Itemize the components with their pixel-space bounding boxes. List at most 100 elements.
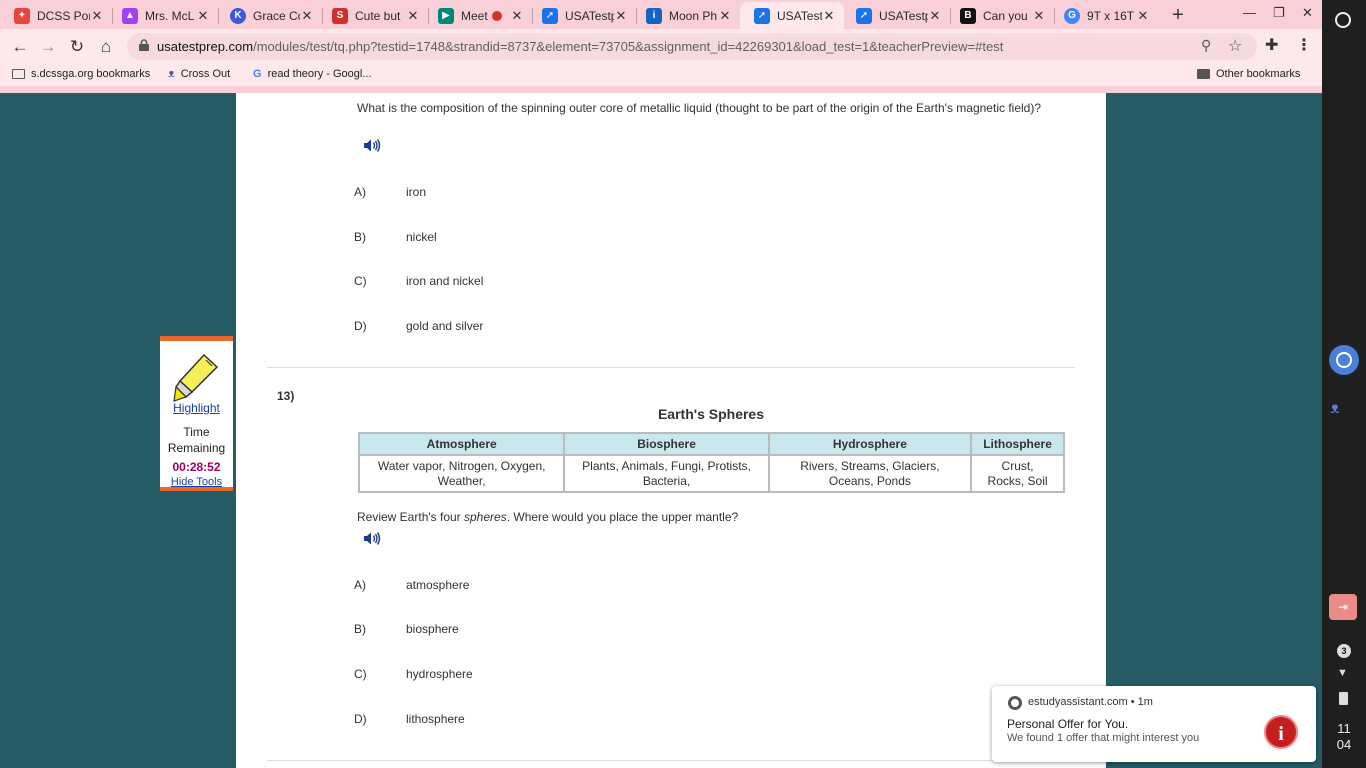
choice-text: gold and silver — [406, 319, 484, 333]
other-bookmarks[interactable]: Other bookmarks — [1197, 68, 1300, 80]
highlight-link[interactable]: Highlight — [160, 401, 233, 415]
tab-usatestprep-active[interactable]: ➚ USATestp ✕ — [740, 2, 844, 29]
forward-icon[interactable]: → — [38, 37, 58, 57]
tab-grace[interactable]: K Grace Co ✕ — [216, 2, 322, 29]
close-icon[interactable]: ✕ — [1032, 8, 1046, 24]
q13-choice-d[interactable]: D) lithosphere — [354, 712, 465, 726]
header-hydrosphere: Hydrosphere — [767, 432, 973, 456]
chrome-icon — [1008, 696, 1022, 710]
q12-choice-a[interactable]: A) iron — [354, 185, 426, 199]
bookmark-read-theory[interactable]: G read theory - Googl... — [253, 68, 372, 80]
system-clock[interactable]: 11 04 — [1324, 721, 1364, 753]
dcss-icon: ✦ — [14, 7, 30, 24]
menu-kebab-icon[interactable]: ⋮ — [1296, 35, 1312, 55]
choice-letter: A) — [354, 185, 366, 199]
close-icon[interactable]: ✕ — [822, 8, 836, 24]
bookmark-cross-out[interactable]: ᴥ Cross Out — [168, 68, 230, 80]
back-icon[interactable]: ← — [10, 37, 30, 57]
q12-choice-c[interactable]: C) iron and nickel — [354, 274, 483, 288]
tab-google[interactable]: G 9T x 16T ✕ — [1050, 2, 1158, 29]
reload-icon[interactable]: ↻ — [67, 37, 87, 57]
speaker-icon[interactable] — [363, 531, 381, 546]
hide-tools-link[interactable]: Hide Tools — [160, 476, 233, 488]
google-icon: G — [253, 68, 262, 80]
tab-can-you[interactable]: B Can you ✕ — [946, 2, 1054, 29]
q13-text-part: Review Earth's four — [357, 510, 464, 524]
notification-count-badge[interactable]: 3 — [1337, 644, 1351, 658]
bookmark-label: Other bookmarks — [1216, 68, 1301, 80]
new-tab-button[interactable]: + — [1168, 4, 1188, 27]
close-icon[interactable]: ✕ — [928, 8, 942, 24]
close-icon[interactable]: ✕ — [510, 8, 524, 24]
launcher-icon[interactable] — [1335, 12, 1351, 28]
folder-icon — [1197, 69, 1210, 79]
restore-icon[interactable]: ❐ — [1273, 5, 1285, 21]
q12-choice-d[interactable]: D) gold and silver — [354, 319, 483, 333]
choice-letter: B) — [354, 230, 366, 244]
tab-mrs-mcl[interactable]: ▲ Mrs. McL ✕ — [108, 2, 218, 29]
q13-text-italic: spheres — [464, 510, 507, 524]
google-icon: G — [1064, 7, 1080, 24]
brainly-icon: B — [960, 7, 976, 24]
notification-age: • 1m — [1130, 696, 1153, 708]
choice-text: nickel — [406, 230, 437, 244]
cursor-icon: ➚ — [856, 7, 872, 24]
speaker-icon[interactable] — [363, 138, 381, 153]
extensions-icon[interactable]: ✚ — [1265, 35, 1278, 55]
bookmark-star-icon[interactable]: ☆ — [1228, 36, 1242, 56]
q13-choice-a[interactable]: A) atmosphere — [354, 578, 469, 592]
close-icon[interactable]: ✕ — [196, 8, 210, 24]
tab-title: USATestp — [879, 8, 928, 23]
tab-usatestprep-3[interactable]: ➚ USATestp ✕ — [842, 2, 950, 29]
q13-choice-b[interactable]: B) biosphere — [354, 622, 459, 636]
close-icon[interactable]: ✕ — [300, 8, 314, 24]
question-divider — [267, 760, 1075, 761]
folder-icon — [12, 69, 25, 79]
tab-title: USATestp — [777, 8, 822, 23]
battery-icon[interactable] — [1339, 692, 1348, 705]
minimize-icon[interactable]: — — [1243, 5, 1256, 20]
tab-moon[interactable]: i Moon Ph ✕ — [632, 2, 740, 29]
tab-title: Cute but — [355, 8, 401, 23]
tab-dcss[interactable]: ✦ DCSS Por ✕ — [0, 2, 112, 29]
owl-app-icon[interactable]: ᴥ — [1330, 400, 1340, 418]
close-icon[interactable]: ✕ — [1136, 8, 1150, 24]
url-text: usatestprep.com/modules/test/tq.php?test… — [157, 39, 1004, 54]
browser-frame: ✦ DCSS Por ✕ ▲ Mrs. McL ✕ K Grace Co ✕ S… — [0, 0, 1322, 93]
cell-biosphere: Plants, Animals, Fungi, Protists, Bacter… — [563, 454, 770, 493]
scribd-icon: S — [332, 7, 348, 24]
cell-lithosphere: Crust, Rocks, Soil — [970, 454, 1065, 493]
notification-popup[interactable]: estudyassistant.com • 1m Personal Offer … — [992, 686, 1316, 762]
wifi-icon[interactable]: ▼ — [1337, 667, 1348, 679]
window-close-icon[interactable]: ✕ — [1302, 5, 1313, 21]
bookmark-label: s.dcssga.org bookmarks — [31, 68, 151, 80]
q13-text-part: . Where would you place the upper mantle… — [506, 510, 739, 524]
bookmark-folder-dcssga[interactable]: s.dcssga.org bookmarks — [12, 68, 150, 80]
tab-usatestprep-1[interactable]: ➚ USATestp ✕ — [528, 2, 636, 29]
close-icon[interactable]: ✕ — [614, 8, 628, 24]
question-13-text: Review Earth's four spheres. Where would… — [357, 509, 738, 525]
browser-toolbar: ← → ↻ ⌂ usatestprep.com/modules/test/tq.… — [0, 29, 1322, 64]
home-icon[interactable]: ⌂ — [96, 37, 116, 57]
close-icon[interactable]: ✕ — [718, 8, 732, 24]
tab-cute[interactable]: S Cute but ✕ — [318, 2, 428, 29]
q13-choice-c[interactable]: C) hydrosphere — [354, 667, 473, 681]
bookmark-label: Cross Out — [180, 68, 231, 80]
address-bar[interactable]: usatestprep.com/modules/test/tq.php?test… — [127, 33, 1257, 60]
choice-text: biosphere — [406, 622, 459, 636]
question-divider — [267, 367, 1075, 368]
close-icon[interactable]: ✕ — [406, 8, 420, 24]
choice-text: lithosphere — [406, 712, 465, 726]
close-icon[interactable]: ✕ — [90, 8, 104, 24]
table-row: Water vapor, Nitrogen, Oxygen, Weather, … — [357, 454, 1065, 493]
chrome-app-icon[interactable] — [1329, 345, 1359, 375]
zoom-icon[interactable]: ⚲ — [1201, 37, 1211, 54]
meet-icon: ▶ — [438, 7, 454, 24]
tab-meet[interactable]: ▶ Meet ✕ — [424, 2, 532, 29]
highlighter-icon[interactable] — [170, 351, 222, 403]
choice-letter: A) — [354, 578, 366, 592]
q12-choice-b[interactable]: B) nickel — [354, 230, 437, 244]
classroom-icon: ▲ — [122, 7, 138, 24]
exit-icon[interactable]: ⇥ — [1329, 594, 1357, 620]
recording-icon — [492, 10, 502, 21]
